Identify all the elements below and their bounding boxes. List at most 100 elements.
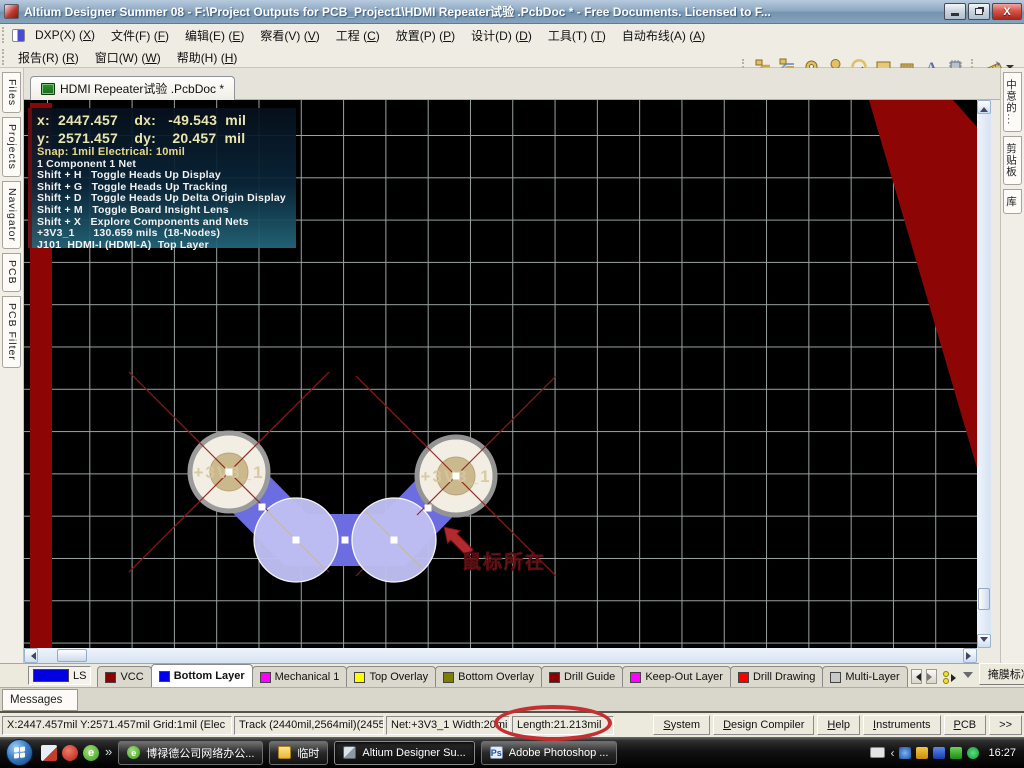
layer-tab-mechanical-1[interactable]: Mechanical 1 — [252, 666, 348, 687]
vertical-scroll-thumb[interactable] — [978, 588, 990, 610]
horizontal-scrollbar[interactable] — [24, 648, 977, 663]
photoshop-icon: Ps — [490, 746, 503, 759]
menu-autoroute[interactable]: 自动布线(A) (A) — [614, 25, 713, 46]
menu-view[interactable]: 察看(V) (V) — [252, 25, 327, 46]
sidebar-tab-clipboard[interactable]: 剪贴板 — [1003, 136, 1022, 185]
scroll-down-button[interactable] — [977, 634, 991, 648]
layer-tab-keep-out[interactable]: Keep-Out Layer — [622, 666, 731, 687]
sidebar-tab-pcb-filter[interactable]: PCB Filter — [2, 296, 21, 368]
annotation-text: 鼠标所在 — [462, 550, 546, 573]
restore-button[interactable] — [968, 3, 990, 20]
layer-color-swatch — [549, 672, 560, 683]
layer-color-swatch — [260, 672, 271, 683]
panel-button-help[interactable]: Help — [817, 715, 860, 735]
keyboard-icon[interactable] — [870, 747, 885, 758]
sidebar-tab-files[interactable]: Files — [2, 72, 21, 113]
layer-tab-drill-guide[interactable]: Drill Guide — [541, 666, 623, 687]
arrow-up-icon — [980, 103, 988, 112]
panel-button-instruments[interactable]: Instruments — [863, 715, 940, 735]
scroll-right-button[interactable] — [963, 648, 977, 663]
menu-file[interactable]: 文件(F) (F) — [103, 25, 177, 46]
dxp-icon — [12, 29, 25, 42]
tray-update-icon[interactable] — [967, 747, 979, 759]
altium-icon — [343, 746, 356, 759]
menu-place[interactable]: 放置(P) (P) — [388, 25, 463, 46]
horizontal-scroll-thumb[interactable] — [57, 649, 87, 662]
arrow-right-icon — [951, 674, 960, 682]
tray-chevron-icon[interactable]: ‹ — [890, 746, 894, 760]
layer-scroll-left-button[interactable] — [911, 669, 922, 684]
sidebar-tab-favorites[interactable]: 中意的... — [1003, 72, 1022, 132]
current-layer-indicator[interactable]: LS — [28, 666, 91, 685]
menu-dxp[interactable]: DXP(X) (X) — [27, 26, 103, 44]
panel-button-pcb[interactable]: PCB — [944, 715, 987, 735]
toolbar-grip[interactable] — [2, 49, 7, 65]
scroll-up-button[interactable] — [977, 100, 991, 114]
status-net-info: Net:+3V3_1 Width:20mi — [386, 716, 510, 735]
tray-alert-icon[interactable] — [916, 747, 928, 759]
quicklaunch-browser-icon[interactable]: e — [83, 745, 99, 761]
layer-dot-icon — [943, 671, 949, 677]
hud-y-coord: y: 2571.457 dy: 20.457 mil — [37, 129, 296, 147]
start-button[interactable] — [6, 739, 33, 766]
panel-button-design-compiler[interactable]: Design Compiler — [713, 715, 814, 735]
menu-reports[interactable]: 报告(R) (R) — [10, 47, 87, 68]
layer-dot-icon — [943, 678, 949, 684]
menu-help[interactable]: 帮助(H) (H) — [169, 47, 246, 68]
taskbar-window-browser[interactable]: e 博禄德公司网络办公... — [118, 741, 263, 765]
pcbdoc-icon — [41, 83, 55, 95]
panel-more-button[interactable]: >> — [989, 715, 1022, 735]
layer-tab-multi-layer[interactable]: Multi-Layer — [822, 666, 907, 687]
current-layer-label: LS — [73, 670, 86, 682]
layer-tabs-bar: LS VCC Bottom Layer Mechanical 1 Top Ove… — [0, 663, 1024, 687]
taskbar-window-altium[interactable]: Altium Designer Su... — [334, 741, 474, 765]
restore-icon — [975, 8, 983, 15]
scroll-left-button[interactable] — [24, 648, 38, 663]
layer-tab-bottom-overlay[interactable]: Bottom Overlay — [435, 666, 542, 687]
arrow-left-icon — [912, 673, 921, 681]
menu-design[interactable]: 设计(D) (D) — [463, 25, 540, 46]
layer-tab-top-overlay[interactable]: Top Overlay — [346, 666, 436, 687]
sidebar-tab-navigator[interactable]: Navigator — [2, 181, 21, 249]
left-panel-strip: Files Projects Navigator PCB PCB Filter — [0, 68, 24, 663]
layer-color-swatch — [443, 672, 454, 683]
status-cursor-position: X:2447.457mil Y:2571.457mil Grid:1mil (E… — [2, 716, 232, 735]
status-bar: X:2447.457mil Y:2571.457mil Grid:1mil (E… — [0, 711, 1024, 737]
tray-messenger-icon[interactable] — [899, 747, 911, 759]
minimize-button[interactable] — [944, 3, 966, 20]
vertical-scrollbar[interactable] — [977, 100, 991, 648]
layer-tab-drill-drawing[interactable]: Drill Drawing — [730, 666, 823, 687]
sidebar-tab-pcb[interactable]: PCB — [2, 253, 21, 292]
messages-tab[interactable]: Messages — [2, 689, 78, 711]
menu-project[interactable]: 工程 (C) — [328, 25, 388, 46]
sidebar-tab-libraries[interactable]: 库 — [1003, 189, 1022, 215]
titlebar: Altium Designer Summer 08 - F:\Project O… — [0, 0, 1024, 24]
sidebar-tab-projects[interactable]: Projects — [2, 117, 21, 177]
taskbar: e » e 博禄德公司网络办公... 临时 Altium Designer Su… — [0, 737, 1024, 768]
quicklaunch-more-icon[interactable]: » — [105, 744, 112, 759]
mask-level-button[interactable]: 掩膜标准 — [979, 663, 1024, 685]
menu-edit[interactable]: 编辑(E) (E) — [177, 25, 252, 46]
quicklaunch-app-icon[interactable] — [41, 745, 57, 761]
hud-snap: Snap: 1mil Electrical: 10mil — [37, 147, 296, 159]
layer-tab-vcc[interactable]: VCC — [97, 666, 151, 687]
tray-antivirus-icon[interactable] — [950, 747, 962, 759]
taskbar-window-photoshop[interactable]: Ps Adobe Photoshop ... — [481, 741, 618, 765]
toolbar-grip[interactable] — [2, 27, 7, 43]
layer-tab-bottom-layer[interactable]: Bottom Layer — [151, 664, 253, 687]
menu-tools[interactable]: 工具(T) (T) — [540, 25, 614, 46]
layer-color-swatch — [105, 672, 116, 683]
document-tab[interactable]: HDMI Repeater试验 .PcbDoc * — [30, 76, 235, 100]
arrow-right-icon — [927, 673, 936, 681]
menu-window[interactable]: 窗口(W) (W) — [87, 47, 169, 68]
close-button[interactable]: X — [992, 3, 1022, 20]
taskbar-window-folder[interactable]: 临时 — [269, 741, 328, 765]
panel-button-system[interactable]: System — [653, 715, 710, 735]
board-copper-corner[interactable] — [869, 100, 977, 468]
quicklaunch-red-icon[interactable] — [62, 745, 78, 761]
tray-network-icon[interactable] — [933, 747, 945, 759]
status-track-info: Track (2440mil,2564mil)(2455m — [234, 716, 384, 735]
heads-up-display: x: 2447.457 dx: -49.543 mil y: 2571.457 … — [28, 108, 296, 248]
layer-scroll-right-button[interactable] — [926, 669, 937, 684]
layer-filter-control[interactable] — [943, 671, 973, 684]
